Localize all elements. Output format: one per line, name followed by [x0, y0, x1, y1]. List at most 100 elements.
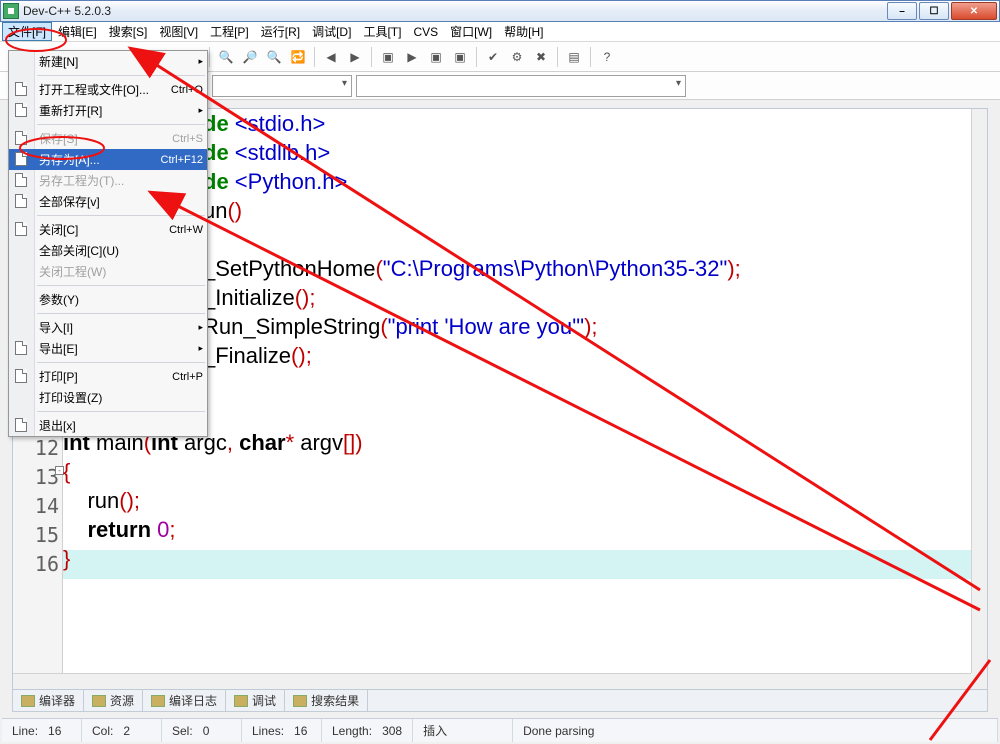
nav-fwd-icon[interactable]: ▶: [344, 46, 366, 68]
menu-item-2[interactable]: 搜索[S]: [103, 22, 154, 41]
status-col-value: 2: [123, 724, 130, 738]
file-menu-item[interactable]: 关闭[C]Ctrl+W: [9, 219, 207, 240]
file-menu-item[interactable]: 全部保存[v]: [9, 191, 207, 212]
menu-item-6[interactable]: 调试[D]: [306, 22, 357, 41]
compile-run-icon[interactable]: ▣: [425, 46, 447, 68]
bottom-tab[interactable]: 调试: [226, 690, 285, 711]
file-menu-item[interactable]: 打印设置(Z): [9, 387, 207, 408]
menu-item-0[interactable]: 文件[F]: [2, 22, 52, 41]
tab-icon: [21, 695, 35, 707]
run-icon[interactable]: ▶: [401, 46, 423, 68]
menu-item-9[interactable]: 窗口[W]: [444, 22, 498, 41]
print-icon: [13, 368, 29, 384]
bottom-tab[interactable]: 编译器: [13, 690, 84, 711]
replace-icon[interactable]: 🔁: [287, 46, 309, 68]
menu-item-label: 导出[E]: [39, 340, 78, 357]
menu-item-4[interactable]: 工程[P]: [204, 22, 255, 41]
menu-item-label: 另存工程为(T)...: [39, 172, 124, 189]
menu-item-label: 另存为[A]...: [39, 151, 100, 168]
status-sel-value: 0: [203, 724, 210, 738]
status-parse: Done parsing: [523, 724, 594, 738]
shortcut-label: Ctrl+P: [172, 371, 203, 383]
menu-item-label: 参数(Y): [39, 291, 79, 308]
menu-item-label: 重新打开[R]: [39, 102, 102, 119]
file-menu-item: 关闭工程(W): [9, 261, 207, 282]
shortcut-label: Ctrl+O: [171, 84, 203, 96]
menu-item-8[interactable]: CVS: [407, 24, 444, 40]
scrollbar-horizontal[interactable]: [13, 673, 971, 689]
close-button[interactable]: ✕: [951, 2, 997, 20]
scrollbar-vertical[interactable]: [971, 109, 987, 673]
status-insert-mode: 插入: [423, 722, 447, 739]
menu-item-label: 打印设置(Z): [39, 389, 102, 406]
menu-item-1[interactable]: 编辑[E]: [52, 22, 103, 41]
savepas-icon: [13, 172, 29, 188]
saveas-icon: [13, 151, 29, 167]
window-title: Dev-C++ 5.2.0.3: [23, 4, 887, 18]
file-menu-item[interactable]: 打印[P] Ctrl+P: [9, 366, 207, 387]
search-icon[interactable]: 🔍: [263, 46, 285, 68]
status-length-label: Length:: [332, 724, 372, 738]
profile-icon[interactable]: ⚙: [506, 46, 528, 68]
file-menu: 新建[N]▸打开工程或文件[O]...Ctrl+O重新打开[R]▸保存[S]Ct…: [8, 50, 208, 437]
new-file-icon[interactable]: ▤: [563, 46, 585, 68]
file-menu-item[interactable]: 重新打开[R]▸: [9, 100, 207, 121]
zoom-in-icon[interactable]: 🔍: [215, 46, 237, 68]
menu-item-label: 退出[x]: [39, 417, 76, 434]
file-menu-item: 另存工程为(T)...: [9, 170, 207, 191]
shortcut-label: Ctrl+W: [169, 224, 203, 236]
compiler-combo[interactable]: [212, 75, 352, 97]
save-icon: [13, 130, 29, 146]
exit-icon: [13, 417, 29, 433]
tab-label: 搜索结果: [311, 692, 359, 709]
menu-item-label: 导入[I]: [39, 319, 73, 336]
export-icon: [13, 340, 29, 356]
menu-item-label: 全部关闭[C](U): [39, 242, 119, 259]
config-combo[interactable]: [356, 75, 686, 97]
tab-icon: [151, 695, 165, 707]
file-menu-item[interactable]: 退出[x]: [9, 415, 207, 436]
file-menu-item[interactable]: 全部关闭[C](U): [9, 240, 207, 261]
stop-icon[interactable]: ✖: [530, 46, 552, 68]
bottom-tab[interactable]: 搜索结果: [285, 690, 368, 711]
rebuild-icon[interactable]: ▣: [449, 46, 471, 68]
bottom-tabs: 编译器资源 编译日志调试 搜索结果: [12, 690, 988, 712]
compile-icon[interactable]: ▣: [377, 46, 399, 68]
shortcut-label: Ctrl+S: [172, 133, 203, 145]
file-menu-item[interactable]: 新建[N]▸: [9, 51, 207, 72]
menu-item-label: 打印[P]: [39, 368, 78, 385]
menu-item-label: 关闭工程(W): [39, 263, 106, 280]
submenu-arrow-icon: ▸: [198, 343, 203, 354]
file-menu-item[interactable]: 另存为[A]... Ctrl+F12: [9, 149, 207, 170]
file-menu-item[interactable]: 打开工程或文件[O]...Ctrl+O: [9, 79, 207, 100]
title-bar: Dev-C++ 5.2.0.3 – ☐ ✕: [0, 0, 1000, 22]
tab-icon: [234, 695, 248, 707]
tab-icon: [92, 695, 106, 707]
app-icon: [3, 3, 19, 19]
file-menu-item[interactable]: 参数(Y): [9, 289, 207, 310]
minimize-button[interactable]: –: [887, 2, 917, 20]
nav-back-icon[interactable]: ◀: [320, 46, 342, 68]
file-menu-item[interactable]: 导出[E] ▸: [9, 338, 207, 359]
status-sel-label: Sel:: [172, 724, 193, 738]
status-col-label: Col:: [92, 724, 113, 738]
maximize-button[interactable]: ☐: [919, 2, 949, 20]
tab-label: 编译日志: [169, 692, 217, 709]
status-bar: Line: 16 Col: 2 Sel: 0 Lines: 16 Length:…: [2, 718, 998, 742]
shortcut-label: Ctrl+F12: [161, 154, 204, 166]
menu-item-label: 新建[N]: [39, 53, 78, 70]
menu-item-3[interactable]: 视图[V]: [153, 22, 204, 41]
status-lines-label: Lines:: [252, 724, 284, 738]
menu-item-5[interactable]: 运行[R]: [255, 22, 306, 41]
status-line-label: Line:: [12, 724, 38, 738]
file-menu-item[interactable]: 导入[I]▸: [9, 317, 207, 338]
bottom-tab[interactable]: 资源: [84, 690, 143, 711]
menu-item-10[interactable]: 帮助[H]: [498, 22, 549, 41]
menu-bar: 文件[F]编辑[E]搜索[S]视图[V]工程[P]运行[R]调试[D]工具[T]…: [0, 22, 1000, 42]
bottom-tab[interactable]: 编译日志: [143, 690, 226, 711]
zoom-out-icon[interactable]: 🔎: [239, 46, 261, 68]
menu-item-7[interactable]: 工具[T]: [357, 22, 407, 41]
status-line-value: 16: [48, 724, 61, 738]
help-icon[interactable]: ?: [596, 46, 618, 68]
debug-icon[interactable]: ✔: [482, 46, 504, 68]
